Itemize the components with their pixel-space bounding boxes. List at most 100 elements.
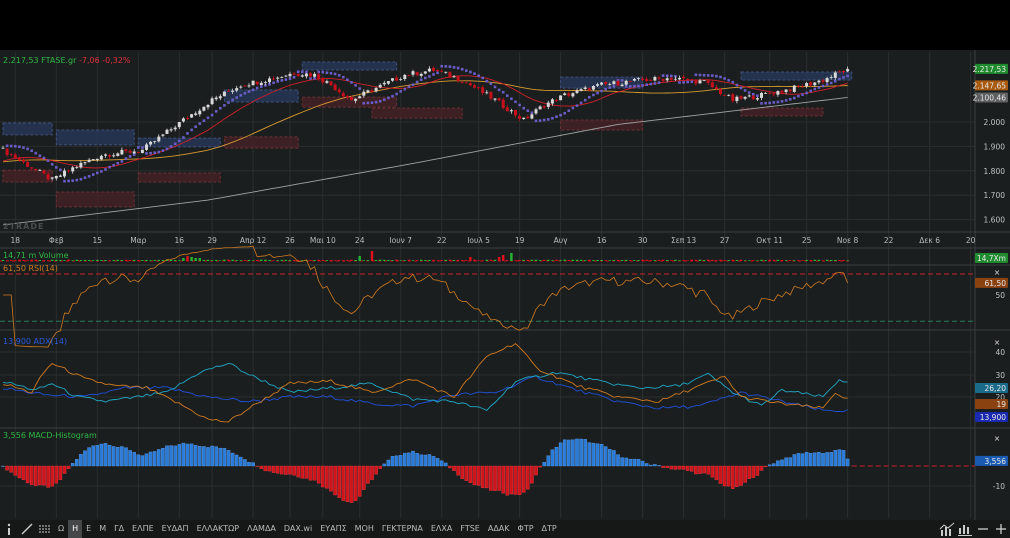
- candle-body: [432, 67, 435, 71]
- toolbar-item[interactable]: ΓΕΚΤΕΡΝΑ: [378, 520, 427, 538]
- toolbar-item[interactable]: ΕΛΧΑ: [427, 520, 456, 538]
- volume-bar: [395, 259, 398, 261]
- psar-dot: [206, 116, 210, 120]
- indicators-icon[interactable]: [36, 520, 54, 538]
- candle-body: [530, 114, 534, 119]
- candle-body: [579, 89, 583, 91]
- toolbar-item[interactable]: Η: [68, 520, 83, 538]
- candle-body: [571, 93, 575, 97]
- macd-bar: [214, 446, 218, 467]
- volume-bar: [452, 260, 456, 261]
- toolbar-item[interactable]: DAX.wi: [280, 520, 316, 538]
- toolbar-item[interactable]: ΕΥΔΑΠ: [158, 520, 193, 538]
- psar-dot: [383, 98, 386, 102]
- price-tick: 1.800: [984, 167, 1006, 176]
- macd-bar: [632, 458, 637, 467]
- toolbar-item[interactable]: Ε: [82, 520, 95, 538]
- psar-dot: [821, 84, 825, 88]
- toolbar-item[interactable]: ΜΟΗ: [351, 520, 378, 538]
- rsi-label: 61,50 RSI(14): [3, 264, 58, 273]
- chart-area[interactable]: 2.000 1.900 1.800 1.700 1.600 2.217,53 2.147,6…: [0, 50, 1010, 520]
- candle-body: [682, 76, 686, 79]
- macd-bar: [136, 454, 141, 467]
- info-icon[interactable]: [0, 520, 18, 538]
- toolbar-item[interactable]: Ω: [54, 520, 68, 538]
- volume-bar: [575, 259, 579, 261]
- toolbar-item[interactable]: ΑΔΑΚ: [484, 520, 514, 538]
- toolbar-item[interactable]: ΛΑΜΔΑ: [243, 520, 280, 538]
- psar-dot: [727, 78, 730, 82]
- close-macd-icon[interactable]: ×: [994, 434, 1000, 443]
- volume-bar: [698, 259, 702, 261]
- macd-bar: [813, 452, 817, 467]
- volume-bar: [87, 260, 91, 261]
- volume-bar: [137, 260, 140, 261]
- macd-bar: [62, 465, 67, 474]
- macd-bar: [579, 438, 583, 467]
- volume-bar: [440, 260, 443, 261]
- toolbar-item[interactable]: ΦΤΡ: [514, 520, 538, 538]
- volume-label: 14,71 m Volume: [3, 251, 69, 260]
- volume-bar: [493, 259, 497, 261]
- volume-bar: [686, 260, 689, 261]
- price-tag-label: 2.147,65: [973, 81, 1007, 90]
- macd-bar: [657, 465, 661, 467]
- macd-bar: [517, 465, 522, 495]
- macd-bar: [243, 459, 247, 467]
- date-tick: Σεπ 13: [671, 236, 696, 245]
- candle-body: [362, 91, 366, 96]
- macd-bar: [58, 465, 63, 480]
- close-rsi-icon[interactable]: ×: [994, 268, 1000, 277]
- psar-dot: [600, 89, 603, 93]
- macd-bar: [75, 459, 79, 467]
- candle-body: [354, 98, 358, 101]
- candle-body: [276, 77, 280, 79]
- zoom-in-icon[interactable]: [992, 520, 1010, 538]
- psar-dot: [477, 74, 480, 78]
- toolbar-item[interactable]: Μ: [95, 520, 110, 538]
- macd-bar: [79, 454, 83, 467]
- volume-bar: [153, 260, 156, 261]
- candle-body: [423, 71, 427, 74]
- psar-dot: [444, 65, 448, 68]
- demand-zone: [740, 107, 824, 117]
- candle-body: [776, 91, 780, 95]
- macd-bar: [554, 446, 559, 467]
- candle-body: [407, 74, 411, 76]
- psar-dot: [469, 70, 472, 74]
- toolbar-item[interactable]: ΕΛΛΑΚΤΩΡ: [193, 520, 244, 538]
- volume-bar: [309, 260, 312, 261]
- toolbar-item[interactable]: ΓΔ: [110, 520, 128, 538]
- volume-bar: [346, 260, 349, 261]
- volume-bar: [251, 260, 255, 261]
- candle-body: [829, 77, 833, 78]
- chart-canvas[interactable]: 2.000 1.900 1.800 1.700 1.600 2.217,53 2.147,6…: [0, 50, 1010, 520]
- psar-dot: [399, 90, 402, 93]
- toolbar-item[interactable]: ΕΛΠΕ: [128, 520, 158, 538]
- psar-dot: [579, 101, 583, 105]
- date-tick: 29: [207, 236, 217, 245]
- psar-dot: [407, 85, 411, 89]
- draw-line-icon[interactable]: [18, 520, 36, 538]
- adx-tag-label: 19: [996, 400, 1006, 409]
- candle-body: [292, 73, 296, 75]
- volume-bar: [42, 260, 46, 261]
- close-adx-icon[interactable]: ×: [994, 338, 1000, 347]
- toolbar-item[interactable]: ΕΥΑΠΣ: [316, 520, 350, 538]
- date-tick: Μαρ: [130, 236, 146, 245]
- candle-body: [399, 79, 403, 80]
- candle-body: [5, 148, 9, 155]
- zoom-out-icon[interactable]: [974, 520, 992, 538]
- candle-body: [337, 89, 341, 93]
- candle-body: [710, 82, 714, 88]
- volume-bar: [243, 260, 247, 261]
- macd-bar: [767, 464, 772, 467]
- candle-body: [54, 175, 58, 179]
- toolbar-item[interactable]: FTSE: [456, 520, 483, 538]
- volume-bars-icon[interactable]: [956, 520, 974, 538]
- psar-dot: [817, 86, 821, 89]
- supply-zone: [2, 122, 53, 136]
- toolbar-item[interactable]: ΔΤΡ: [538, 520, 561, 538]
- chart-type-icon[interactable]: [938, 520, 956, 538]
- date-tick: 30: [638, 236, 648, 245]
